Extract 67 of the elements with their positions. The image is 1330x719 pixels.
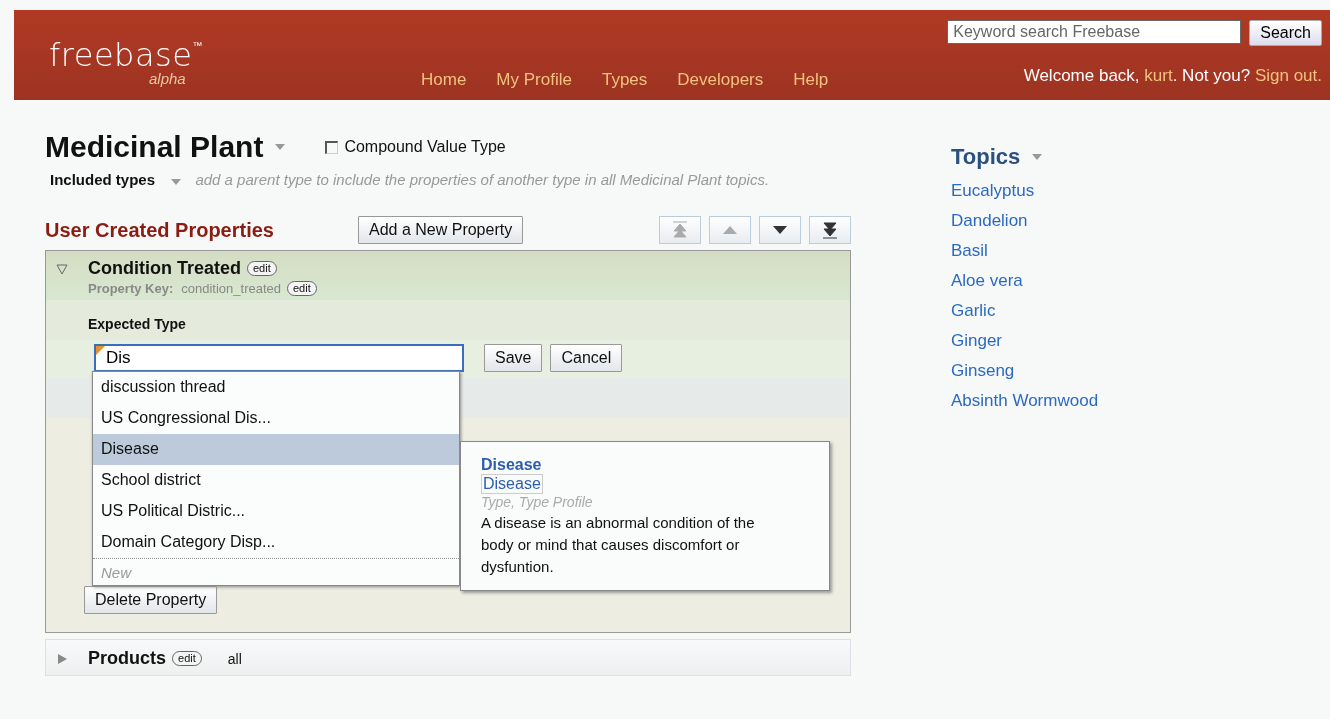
checkbox-label: Compound Value Type [344,138,506,156]
disclosure-triangle-icon[interactable] [56,262,68,275]
edit-button[interactable]: edit [247,261,277,276]
preview-description: A disease is an abnormal condition of the body or mind that causes discomfort or dysfuntion. [481,513,756,577]
save-button[interactable]: Save [484,344,543,372]
nav-link[interactable]: Help [793,70,829,92]
caret-icon[interactable] [275,144,286,150]
topic-link[interactable]: Garlic [951,300,1099,322]
suggestion-item[interactable]: School district [93,465,459,496]
suggestion-item[interactable]: US Congressional Dis... [93,403,459,434]
user-link[interactable]: kurt [1144,66,1173,85]
suggestion-item[interactable]: Domain Category Disp... [93,527,459,558]
edit-button[interactable]: edit [172,651,202,666]
topic-link[interactable]: Eucalyptus [951,180,1099,202]
not-you-text: . Not you? [1172,66,1252,85]
move-down-button[interactable] [759,216,801,244]
move-bottom-button[interactable] [809,216,851,244]
down-arrow-icon [773,226,787,234]
double-down-arrow-icon [823,221,837,239]
expected-type-field[interactable]: Dis [94,344,464,372]
add-property-button[interactable]: Add a New Property [358,216,524,244]
sign-out-link[interactable]: Sign out. [1254,66,1322,85]
property-key-label: Property Key: [88,281,174,296]
suggestion-item[interactable]: discussion thread [93,372,459,403]
delete-property-button[interactable]: Delete Property [84,586,218,614]
nav-link[interactable]: My Profile [496,70,572,92]
included-types-hint: add a parent type to include the properties of another type in all Medicinal Plant topics. [195,171,770,188]
expected-type-label: Expected Type [46,300,850,340]
preview-meta: Type, Type Profile [481,494,594,510]
caret-icon[interactable] [171,179,182,185]
move-up-button[interactable] [709,216,751,244]
topics-title: Topics [951,144,1021,170]
search-button[interactable]: Search [1249,20,1322,46]
topic-link[interactable]: Dandelion [951,210,1099,232]
preview-link[interactable]: Disease [481,474,543,494]
checkbox[interactable] [325,140,339,154]
search-field[interactable]: Keyword search Freebase [947,20,1242,44]
suggestion-item[interactable]: US Political Distric... [93,496,459,527]
up-arrow-icon [723,226,737,234]
cancel-button[interactable]: Cancel [550,344,623,372]
disclosure-triangle-icon[interactable] [56,652,68,665]
nav-link[interactable]: Types [601,70,648,92]
topic-link[interactable]: Aloe vera [951,270,1099,292]
double-up-arrow-icon [673,221,687,239]
preview-title: Disease [481,456,543,474]
property-name: Products [88,648,166,669]
welcome-text: Welcome back, [1023,66,1141,85]
property-key: condition_treated [181,281,281,296]
nav-link[interactable]: Developers [677,70,764,92]
section-title: User Created Properties [45,218,275,242]
topic-link[interactable]: Ginseng [951,360,1099,382]
topic-link[interactable]: Absinth Wormwood [951,390,1099,412]
edition-label: alpha [149,72,187,86]
nav-link[interactable]: Home [421,70,467,92]
trademark: ™ [192,40,203,51]
topic-link[interactable]: Ginger [951,330,1099,352]
property-note: all [227,650,242,667]
suggestion-item[interactable]: Disease [93,434,459,465]
edit-button[interactable]: edit [287,281,317,296]
logo[interactable]: freebase [49,38,193,72]
move-top-button[interactable] [659,216,701,244]
type-title: Medicinal Plant [45,130,264,164]
corner-marker-icon [96,346,105,355]
topic-link[interactable]: Basil [951,240,1099,262]
caret-icon[interactable] [1032,154,1043,160]
included-types-label: Included types [50,171,156,188]
property-name: Condition Treated [88,258,241,279]
